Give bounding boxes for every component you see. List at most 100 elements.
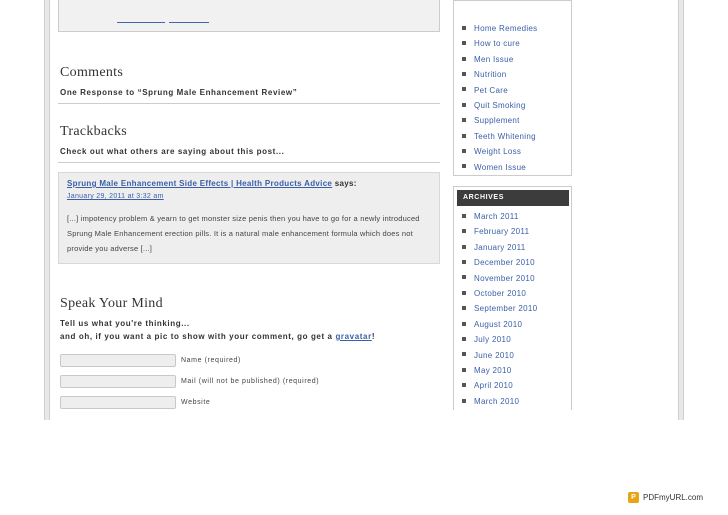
archive-item-label: November 2010 bbox=[474, 273, 535, 283]
category-item-label: Women Issue bbox=[474, 162, 527, 172]
link-stub[interactable] bbox=[169, 18, 209, 23]
category-item-label: Supplement bbox=[474, 116, 520, 126]
category-item-label: Men Issue bbox=[474, 54, 514, 64]
pdf-icon: P bbox=[628, 492, 639, 503]
previous-section-box bbox=[58, 0, 440, 32]
archive-item[interactable]: September 2010 bbox=[462, 304, 537, 313]
archive-item-label: March 2010 bbox=[474, 396, 520, 406]
bullet-icon bbox=[462, 383, 466, 388]
link-stub[interactable] bbox=[117, 18, 165, 23]
bullet-icon bbox=[462, 337, 466, 342]
bullet-icon bbox=[462, 133, 466, 138]
bullet-icon bbox=[462, 102, 466, 107]
mail-label: Mail (will not be published) (required) bbox=[181, 378, 320, 385]
bullet-icon bbox=[462, 118, 466, 123]
bullet-icon bbox=[462, 149, 466, 154]
bullet-icon bbox=[462, 244, 466, 249]
archive-item[interactable]: October 2010 bbox=[462, 289, 526, 298]
bullet-icon bbox=[462, 213, 466, 218]
trackbacks-intro: Check out what others are saying about t… bbox=[60, 147, 285, 156]
trackbacks-heading: Trackbacks bbox=[60, 124, 128, 139]
archive-item-label: April 2010 bbox=[474, 381, 514, 391]
says-label: says: bbox=[334, 179, 357, 188]
archive-item[interactable]: January 2011 bbox=[462, 243, 526, 252]
archive-item[interactable]: April 2010 bbox=[462, 381, 513, 390]
trackback-date-link[interactable]: January 29, 2011 at 3:32 am bbox=[67, 193, 164, 200]
archive-item-label: July 2010 bbox=[474, 335, 511, 345]
bullet-icon bbox=[462, 41, 466, 46]
category-item[interactable]: Quit Smoking bbox=[462, 101, 526, 110]
category-item[interactable]: Supplement bbox=[462, 116, 520, 125]
category-item[interactable]: How to cure bbox=[462, 39, 520, 48]
bullet-icon bbox=[462, 87, 466, 92]
comments-heading: Comments bbox=[60, 65, 124, 80]
category-item[interactable]: Women Issue bbox=[462, 163, 526, 172]
category-item-label: Weight Loss bbox=[474, 147, 522, 157]
archive-item-label: February 2011 bbox=[474, 227, 530, 237]
bullet-icon bbox=[462, 352, 466, 357]
divider bbox=[58, 103, 440, 104]
speak-line-1: Tell us what you're thinking... bbox=[60, 319, 190, 328]
bullet-icon bbox=[462, 398, 466, 403]
category-item-label: Pet Care bbox=[474, 85, 508, 95]
category-item[interactable]: Weight Loss bbox=[462, 147, 521, 156]
speak-line-2: and oh, if you want a pic to show with y… bbox=[60, 332, 375, 341]
archive-item[interactable]: July 2010 bbox=[462, 335, 511, 344]
archive-item[interactable]: August 2010 bbox=[462, 320, 522, 329]
archive-item[interactable]: March 2011 bbox=[462, 212, 519, 221]
speak-heading: Speak Your Mind bbox=[60, 296, 163, 311]
archive-item-label: January 2011 bbox=[474, 242, 526, 252]
divider bbox=[58, 162, 440, 163]
archive-item-label: June 2010 bbox=[474, 350, 515, 360]
bullet-icon bbox=[462, 275, 466, 280]
archive-item-label: December 2010 bbox=[474, 258, 535, 268]
pdfmyurl-label: PDFmyURL.com bbox=[643, 493, 704, 502]
page-frame-left bbox=[44, 0, 50, 420]
name-input[interactable] bbox=[60, 354, 176, 367]
category-item[interactable]: Nutrition bbox=[462, 70, 507, 79]
bullet-icon bbox=[462, 321, 466, 326]
bullet-icon bbox=[462, 367, 466, 372]
category-item-label: Teeth Whitening bbox=[474, 131, 536, 141]
archive-item[interactable]: December 2010 bbox=[462, 258, 535, 267]
speak-line-2-prefix: and oh, if you want a pic to show with y… bbox=[60, 332, 336, 341]
category-item-label: Home Remedies bbox=[474, 24, 538, 33]
page-frame-right bbox=[678, 0, 684, 420]
archive-item-label: October 2010 bbox=[474, 289, 527, 298]
bullet-icon bbox=[462, 290, 466, 295]
archive-item-label: August 2010 bbox=[474, 319, 523, 329]
mail-input[interactable] bbox=[60, 375, 176, 388]
archive-item-label: May 2010 bbox=[474, 366, 512, 375]
website-input[interactable] bbox=[60, 396, 176, 409]
category-item[interactable]: Men Issue bbox=[462, 55, 514, 64]
archive-item[interactable]: June 2010 bbox=[462, 351, 514, 360]
trackback-author-link[interactable]: Sprung Male Enhancement Side Effects | H… bbox=[67, 179, 332, 188]
trackback-item: Sprung Male Enhancement Side Effects | H… bbox=[58, 172, 440, 264]
archive-item[interactable]: May 2010 bbox=[462, 366, 512, 375]
trackback-author: Sprung Male Enhancement Side Effects | H… bbox=[67, 179, 357, 188]
archive-item-label: March 2011 bbox=[474, 212, 519, 221]
response-count: One Response to “Sprung Male Enhancement… bbox=[60, 88, 298, 97]
bullet-icon bbox=[462, 260, 466, 265]
category-item[interactable]: Home Remedies bbox=[462, 24, 537, 33]
category-item-label: Quit Smoking bbox=[474, 101, 526, 110]
archive-item[interactable]: February 2011 bbox=[462, 227, 529, 236]
pdfmyurl-badge[interactable]: P PDFmyURL.com bbox=[628, 492, 703, 503]
trackback-excerpt: [...] impotency problem & yearn to get m… bbox=[67, 214, 420, 253]
bullet-icon bbox=[462, 164, 466, 169]
archive-item[interactable]: November 2010 bbox=[462, 274, 535, 283]
bullet-icon bbox=[462, 229, 466, 234]
archives-heading: ARCHIVES bbox=[457, 190, 569, 206]
website-label: Website bbox=[181, 399, 211, 406]
bullet-icon bbox=[462, 25, 466, 30]
bullet-icon bbox=[462, 306, 466, 311]
speak-line-2-suffix: ! bbox=[371, 332, 376, 341]
archive-item[interactable]: March 2010 bbox=[462, 397, 519, 406]
archive-item-label: September 2010 bbox=[474, 304, 538, 314]
category-item-label: Nutrition bbox=[474, 70, 507, 80]
category-item[interactable]: Pet Care bbox=[462, 86, 508, 95]
bullet-icon bbox=[462, 56, 466, 61]
category-item-label: How to cure bbox=[474, 39, 520, 49]
category-item[interactable]: Teeth Whitening bbox=[462, 132, 536, 141]
gravatar-link[interactable]: gravatar bbox=[335, 332, 371, 341]
